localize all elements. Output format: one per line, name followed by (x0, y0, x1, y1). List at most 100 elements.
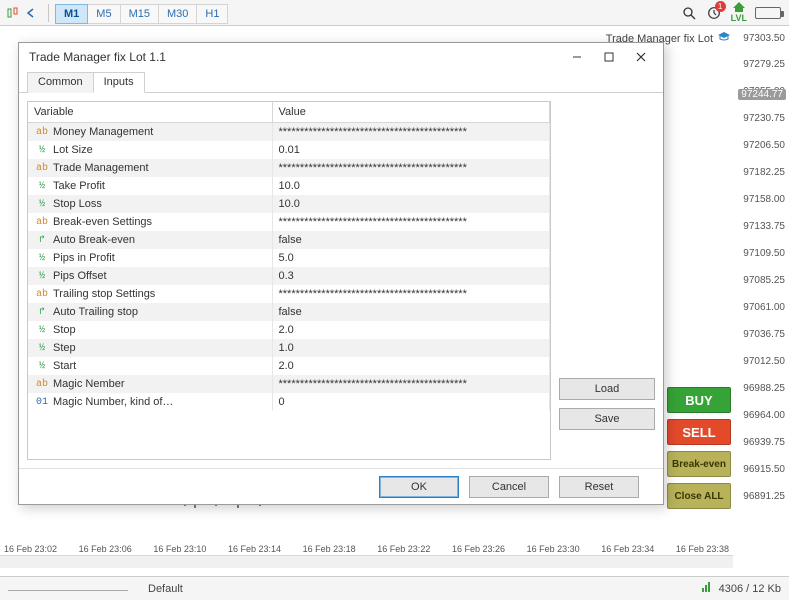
param-variable-cell[interactable]: abTrade Management (28, 159, 272, 177)
param-value-cell[interactable]: 2.0 (272, 321, 550, 339)
double-type-icon: ½ (34, 181, 50, 192)
param-row[interactable]: 01Magic Number, kind of…0 (28, 393, 550, 411)
param-row[interactable]: ½Lot Size0.01 (28, 141, 550, 159)
buy-button[interactable]: BUY (667, 387, 731, 413)
param-variable-cell[interactable]: ½Stop Loss (28, 195, 272, 213)
timeframe-tabs: M1M5M15M30H1 (55, 6, 228, 20)
string-type-icon: ab (34, 217, 50, 228)
break-even-button[interactable]: Break-even (667, 451, 731, 477)
load-button[interactable]: Load (559, 378, 655, 400)
sell-button[interactable]: SELL (667, 419, 731, 445)
double-type-icon: ½ (34, 361, 50, 372)
bool-type-icon: ↱ (34, 234, 50, 246)
cancel-button[interactable]: Cancel (469, 476, 549, 498)
string-type-icon: ab (34, 379, 50, 390)
param-variable-cell[interactable]: abBreak-even Settings (28, 213, 272, 231)
price-tick: 96939.75 (743, 437, 785, 448)
timeframe-tab-m1[interactable]: M1 (55, 4, 88, 24)
param-value-cell[interactable]: 5.0 (272, 249, 550, 267)
maximize-button[interactable] (593, 45, 625, 69)
notifications-icon[interactable]: 1 (705, 4, 723, 22)
param-value-cell[interactable]: ****************************************… (272, 213, 550, 231)
candlestick-icon[interactable] (4, 4, 22, 22)
bool-type-icon: ↱ (34, 306, 50, 318)
param-name: Auto Trailing stop (53, 306, 138, 318)
param-name: Break-even Settings (53, 216, 152, 228)
header-variable[interactable]: Variable (28, 102, 272, 123)
param-value-cell[interactable]: false (272, 303, 550, 321)
profile-name[interactable]: Default (128, 583, 203, 595)
time-tick: 16 Feb 23:38 (676, 544, 729, 554)
param-name: Pips Offset (53, 270, 107, 282)
param-row[interactable]: abTrailing stop Settings****************… (28, 285, 550, 303)
param-value-cell[interactable]: 1.0 (272, 339, 550, 357)
param-value-cell[interactable]: 0.3 (272, 267, 550, 285)
param-variable-cell[interactable]: abMagic Nember (28, 375, 272, 393)
timeframe-tab-m15[interactable]: M15 (121, 4, 159, 24)
close-all-button[interactable]: Close ALL (667, 483, 731, 509)
param-variable-cell[interactable]: ↱Auto Break-even (28, 231, 272, 249)
double-type-icon: ½ (34, 271, 50, 282)
param-row[interactable]: ½Take Profit10.0 (28, 177, 550, 195)
param-row[interactable]: ↱Auto Trailing stopfalse (28, 303, 550, 321)
reset-button[interactable]: Reset (559, 476, 639, 498)
param-value-cell[interactable]: ****************************************… (272, 285, 550, 303)
param-row[interactable]: ↱Auto Break-evenfalse (28, 231, 550, 249)
search-icon[interactable] (681, 5, 697, 21)
param-row[interactable]: ½Pips Offset0.3 (28, 267, 550, 285)
param-value-cell[interactable]: ****************************************… (272, 375, 550, 393)
param-name: Trade Management (53, 162, 149, 174)
price-tick: 97158.00 (743, 194, 785, 205)
param-value-cell[interactable]: 10.0 (272, 195, 550, 213)
ok-button[interactable]: OK (379, 476, 459, 498)
param-row[interactable]: ½Stop Loss10.0 (28, 195, 550, 213)
trade-panel: BUY SELL Break-even Close ALL (667, 387, 731, 509)
param-value-cell[interactable]: 0 (272, 393, 550, 411)
param-variable-cell[interactable]: 01Magic Number, kind of… (28, 393, 272, 411)
param-variable-cell[interactable]: ½Take Profit (28, 177, 272, 195)
param-value-cell[interactable]: 10.0 (272, 177, 550, 195)
param-row[interactable]: abMoney Management**********************… (28, 123, 550, 142)
param-value-cell[interactable]: false (272, 231, 550, 249)
param-variable-cell[interactable]: ½Pips Offset (28, 267, 272, 285)
param-name: Trailing stop Settings (53, 288, 155, 300)
param-row[interactable]: abBreak-even Settings*******************… (28, 213, 550, 231)
connection-icon[interactable] (701, 581, 713, 596)
param-value-cell[interactable]: 2.0 (272, 357, 550, 375)
param-variable-cell[interactable]: ½Pips in Profit (28, 249, 272, 267)
param-variable-cell[interactable]: ½Stop (28, 321, 272, 339)
price-tick: 97133.75 (743, 221, 785, 232)
header-value[interactable]: Value (272, 102, 550, 123)
param-variable-cell[interactable]: abTrailing stop Settings (28, 285, 272, 303)
level-icon[interactable]: LVL (731, 2, 747, 23)
param-value-cell[interactable]: 0.01 (272, 141, 550, 159)
param-variable-cell[interactable]: ½Step (28, 339, 272, 357)
close-button[interactable] (625, 45, 657, 69)
param-variable-cell[interactable]: ↱Auto Trailing stop (28, 303, 272, 321)
param-name: Step (53, 342, 76, 354)
double-type-icon: ½ (34, 145, 50, 156)
param-variable-cell[interactable]: ½Start (28, 357, 272, 375)
param-variable-cell[interactable]: ½Lot Size (28, 141, 272, 159)
timeframe-tab-h1[interactable]: H1 (197, 4, 228, 24)
minimize-button[interactable] (561, 45, 593, 69)
arrow-left-icon[interactable] (24, 6, 38, 20)
param-row[interactable]: abMagic Nember**************************… (28, 375, 550, 393)
chart-scrollbar[interactable] (0, 555, 733, 568)
tab-common[interactable]: Common (27, 72, 94, 93)
tab-inputs[interactable]: Inputs (93, 72, 145, 93)
param-row[interactable]: ½Start2.0 (28, 357, 550, 375)
param-name: Magic Number, kind of… (53, 396, 173, 408)
param-variable-cell[interactable]: abMoney Management (28, 123, 272, 142)
param-value-cell[interactable]: ****************************************… (272, 123, 550, 142)
price-tick: 96915.50 (743, 464, 785, 475)
param-row[interactable]: abTrade Management**********************… (28, 159, 550, 177)
param-row[interactable]: ½Step1.0 (28, 339, 550, 357)
param-row[interactable]: ½Pips in Profit5.0 (28, 249, 550, 267)
price-tick: 97279.25 (743, 59, 785, 70)
save-button[interactable]: Save (559, 408, 655, 430)
param-row[interactable]: ½Stop2.0 (28, 321, 550, 339)
param-value-cell[interactable]: ****************************************… (272, 159, 550, 177)
timeframe-tab-m5[interactable]: M5 (88, 4, 120, 24)
timeframe-tab-m30[interactable]: M30 (159, 4, 197, 24)
